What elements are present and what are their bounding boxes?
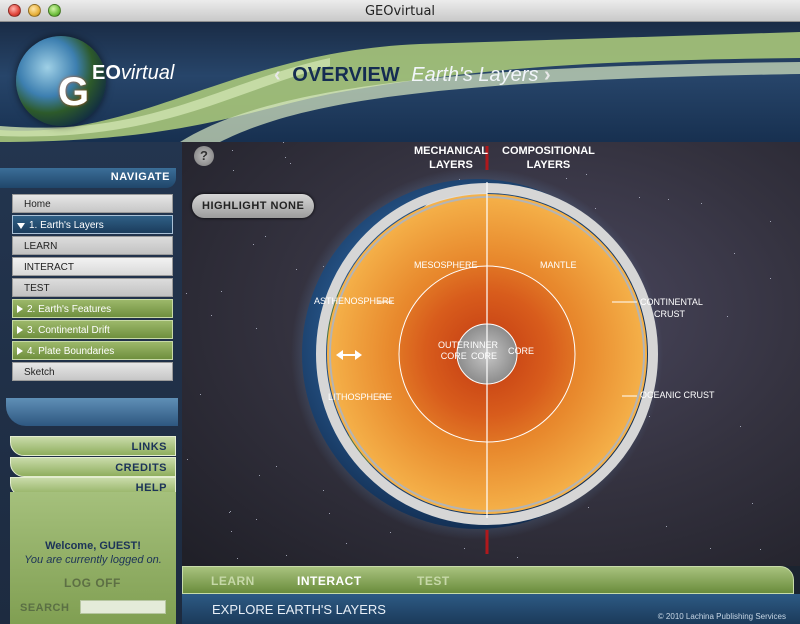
logo-eo: EO <box>92 62 121 84</box>
activity-title: EXPLORE EARTH'S LAYERS <box>212 602 386 617</box>
tab-test[interactable]: TEST <box>417 574 450 588</box>
label-line: CORE <box>471 351 498 361</box>
heading-line: COMPOSITIONAL <box>502 145 595 157</box>
navigate-header: NAVIGATE <box>0 168 176 188</box>
nav-item-continental-drift[interactable]: 3. Continental Drift <box>12 320 173 339</box>
logged-on-text: You are currently logged on. <box>24 554 162 566</box>
tab-interact[interactable]: INTERACT <box>297 574 362 588</box>
tab-learn[interactable]: LEARN <box>211 574 255 588</box>
nav-item-earths-features[interactable]: 2. Earth's Features <box>12 299 173 318</box>
app-logo-text: EOvirtual <box>92 62 174 85</box>
label-mantle[interactable]: MANTLE <box>540 260 577 270</box>
prev-section-arrow-icon[interactable]: ‹ <box>274 64 281 86</box>
nav-item-label: LEARN <box>24 241 58 252</box>
collapsed-triangle-icon <box>17 347 23 355</box>
logo-virtual: virtual <box>120 62 175 84</box>
links-button[interactable]: LINKS <box>10 436 176 456</box>
nav-item-label: Sketch <box>24 367 55 378</box>
nav-item-label: TEST <box>24 283 50 294</box>
heading-line: LAYERS <box>526 159 571 171</box>
app-header: G EOvirtual ‹ OVERVIEW Earth's Layers › <box>0 22 800 142</box>
highlight-none-button[interactable]: HIGHLIGHT NONE <box>192 194 315 218</box>
nav-item-label: Home <box>24 199 51 210</box>
sidebar: NAVIGATE Home 1. Earth's Layers LEARN IN… <box>0 142 182 624</box>
window-titlebar: GEOvirtual <box>0 0 800 22</box>
collapsed-triangle-icon <box>17 326 23 334</box>
footer-bar: EXPLORE EARTH'S LAYERS © 2010 Lachina Pu… <box>182 594 800 624</box>
section-title: ‹ OVERVIEW Earth's Layers › <box>274 64 551 87</box>
search-input[interactable] <box>80 600 166 614</box>
nav-item-label: 2. Earth's Features <box>27 304 112 315</box>
compositional-layers-heading: COMPOSITIONAL LAYERS <box>502 144 595 172</box>
label-line: OUTER <box>438 340 470 350</box>
label-oceanic-crust[interactable]: OCEANIC CRUST <box>640 390 715 400</box>
nav-item-home[interactable]: Home <box>12 194 173 213</box>
label-continental-crust[interactable]: CONTINENTAL CRUST <box>640 296 703 320</box>
next-section-arrow-icon[interactable]: › <box>544 64 551 86</box>
welcome-text: Welcome, GUEST! <box>45 540 141 552</box>
log-off-button[interactable]: LOG OFF <box>64 576 121 590</box>
label-core[interactable]: CORE <box>508 346 534 356</box>
overview-label: OVERVIEW <box>292 64 400 86</box>
copyright-text: © 2010 Lachina Publishing Services <box>657 612 786 621</box>
expanded-triangle-icon <box>17 223 25 229</box>
label-line: INNER <box>470 340 499 350</box>
sidebar-wave-decoration <box>6 398 178 426</box>
nav-item-earths-layers[interactable]: 1. Earth's Layers <box>12 215 173 234</box>
collapsed-triangle-icon <box>17 305 23 313</box>
label-mesosphere[interactable]: MESOSPHERE <box>414 260 478 270</box>
label-inner-core[interactable]: INNER CORE <box>470 340 498 362</box>
label-line: CONTINENTAL <box>640 297 703 307</box>
label-lithosphere[interactable]: LITHOSPHERE <box>328 392 392 402</box>
label-asthenosphere[interactable]: ASTHENOSPHERE <box>314 296 395 306</box>
nav-list: Home 1. Earth's Layers LEARN INTERACT TE… <box>12 194 173 383</box>
label-line: CRUST <box>654 309 685 319</box>
nav-item-learn[interactable]: LEARN <box>12 236 173 255</box>
nav-item-label: 3. Continental Drift <box>27 325 110 336</box>
welcome-panel: Welcome, GUEST! You are currently logged… <box>10 492 176 624</box>
heading-line: MECHANICAL <box>414 145 488 157</box>
label-line: CORE <box>440 351 467 361</box>
nav-item-label: INTERACT <box>24 262 74 273</box>
nav-item-sketch[interactable]: Sketch <box>12 362 173 381</box>
earth-layers-viewer: ? HIGHLIGHT NONE MECHANICAL LAYERS COMPO… <box>182 142 800 566</box>
logo-g-letter: G <box>58 70 90 114</box>
section-subtitle: Earth's Layers <box>411 64 539 86</box>
nav-item-interact[interactable]: INTERACT <box>12 257 173 276</box>
heading-line: LAYERS <box>429 159 473 171</box>
credits-button[interactable]: CREDITS <box>10 457 176 477</box>
window-title: GEOvirtual <box>364 4 436 19</box>
search-label: SEARCH <box>20 602 70 614</box>
mechanical-layers-heading: MECHANICAL LAYERS <box>414 144 488 172</box>
nav-item-label: 4. Plate Boundaries <box>27 346 115 357</box>
nav-item-label: 1. Earth's Layers <box>29 220 104 231</box>
mode-tabs: LEARN INTERACT TEST <box>182 566 794 594</box>
nav-item-test[interactable]: TEST <box>12 278 173 297</box>
help-icon[interactable]: ? <box>194 146 214 166</box>
nav-item-plate-boundaries[interactable]: 4. Plate Boundaries <box>12 341 173 360</box>
label-outer-core[interactable]: OUTER CORE <box>438 340 470 362</box>
